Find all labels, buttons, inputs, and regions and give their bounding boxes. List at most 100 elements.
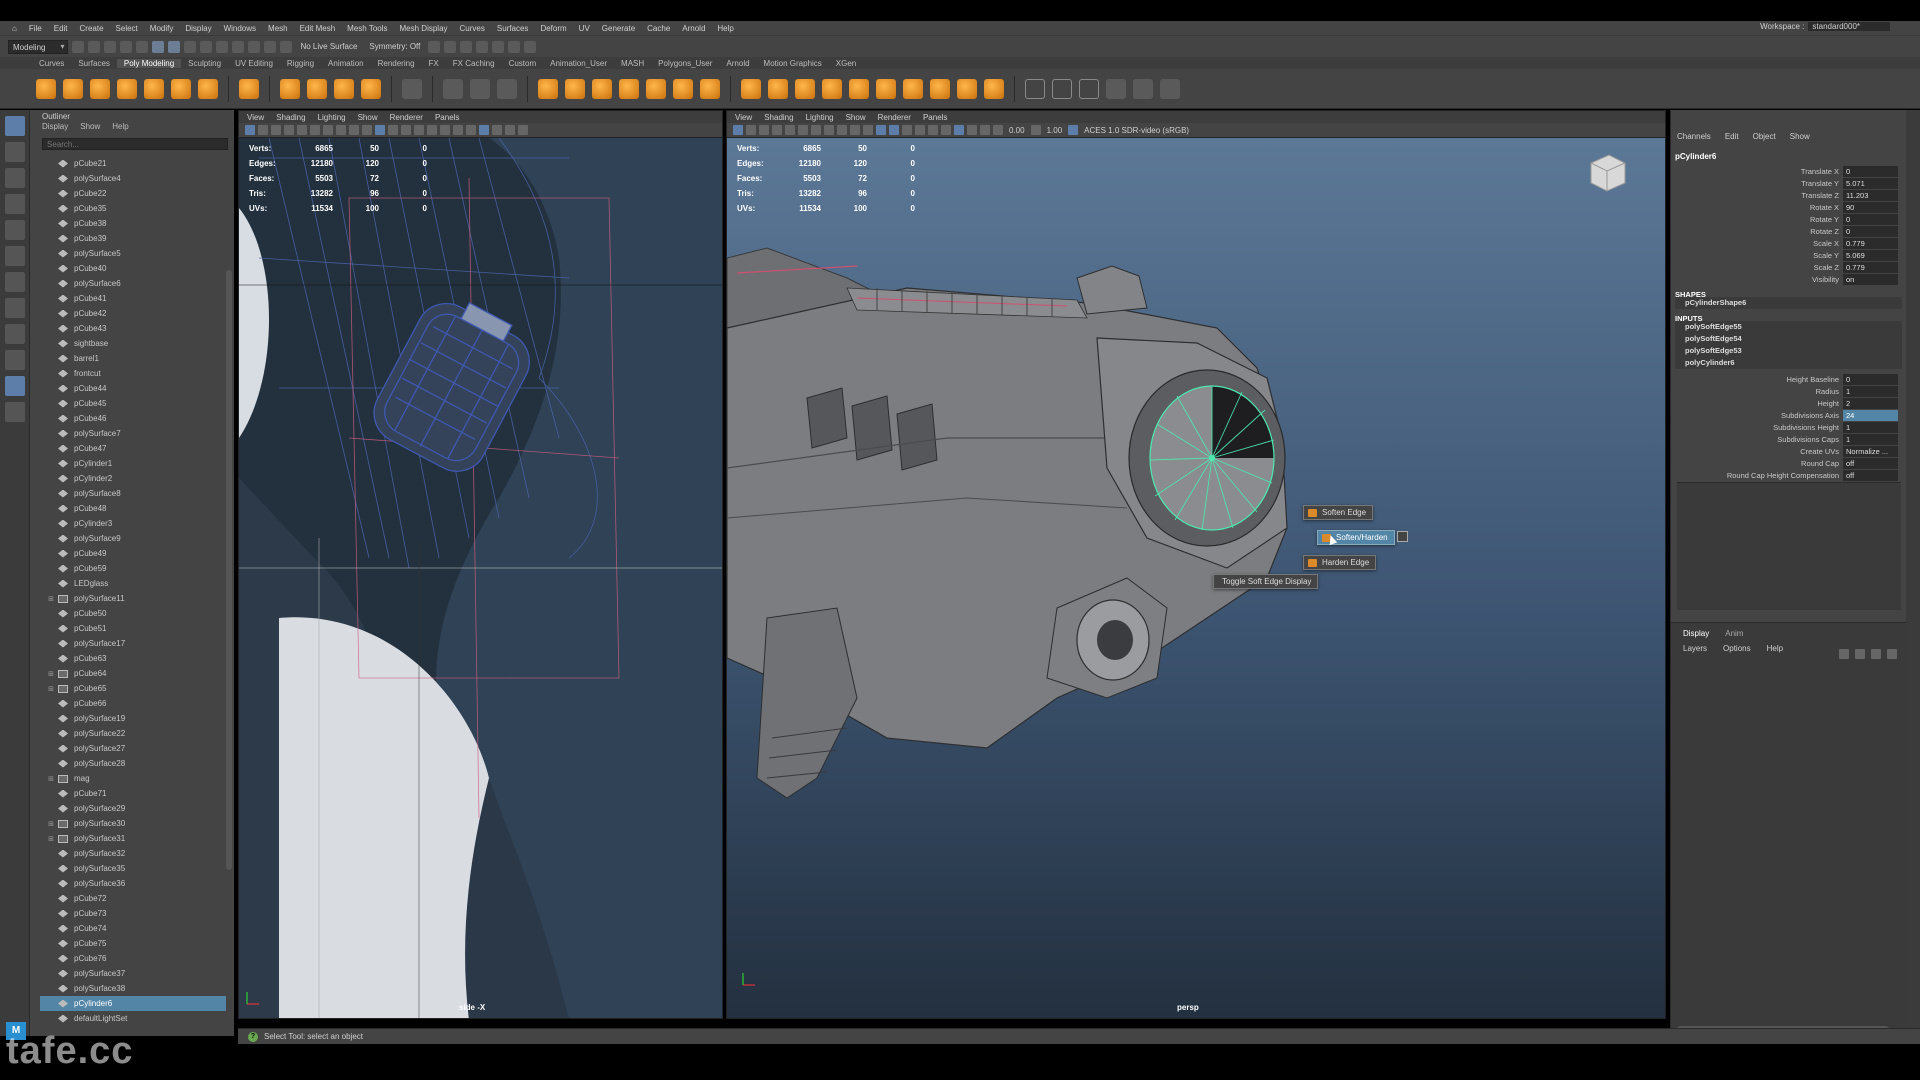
outliner-item[interactable]: polySurface22 bbox=[40, 726, 226, 741]
attribute-name[interactable]: Radius bbox=[1671, 387, 1843, 396]
outliner-item[interactable]: pCube73 bbox=[40, 906, 226, 921]
gate-mask-icon[interactable] bbox=[824, 125, 834, 135]
magnet-icon[interactable] bbox=[280, 40, 293, 53]
layer-tab-display[interactable]: Display bbox=[1683, 629, 1709, 638]
channel-box-menu-object[interactable]: Object bbox=[1753, 132, 1776, 146]
outliner-item[interactable]: pCube21 bbox=[40, 156, 226, 171]
fill-hole-icon[interactable] bbox=[673, 78, 693, 99]
outliner-item[interactable]: pCube51 bbox=[40, 621, 226, 636]
symmetry-dropdown[interactable]: Symmetry: Off bbox=[365, 42, 424, 51]
menu-file[interactable]: File bbox=[23, 24, 48, 33]
attribute-value-field[interactable]: 0 bbox=[1843, 225, 1898, 237]
outliner-item[interactable]: polySurface17 bbox=[40, 636, 226, 651]
shelf-tab-polygons-user[interactable]: Polygons_User bbox=[651, 59, 719, 68]
boolean-intersection-icon[interactable] bbox=[592, 78, 612, 99]
move-tool-icon[interactable] bbox=[4, 194, 25, 214]
viewport-menu-view[interactable]: View bbox=[735, 113, 752, 122]
outliner-item[interactable]: ⊞ polySurface30 bbox=[40, 816, 226, 831]
freeze-transform-icon[interactable] bbox=[1106, 78, 1126, 99]
safe-action-icon[interactable] bbox=[850, 125, 860, 135]
shelf-tab-uv-editing[interactable]: UV Editing bbox=[228, 59, 280, 68]
outliner-item[interactable]: ⊞ polySurface31 bbox=[40, 831, 226, 846]
outliner-item[interactable]: pCube74 bbox=[40, 921, 226, 936]
outliner-item[interactable]: LEDglass bbox=[40, 576, 226, 591]
shelf-tab-mash[interactable]: MASH bbox=[614, 59, 651, 68]
grid-icon[interactable] bbox=[785, 125, 795, 135]
move-layer-up-icon[interactable] bbox=[1839, 649, 1849, 659]
attribute-name[interactable]: Scale Y bbox=[1671, 251, 1843, 260]
toggle-soft-edge-display-menu-item[interactable]: Toggle Soft Edge Display bbox=[1213, 574, 1319, 589]
outliner-item[interactable]: polySurface35 bbox=[40, 861, 226, 876]
outliner-item[interactable]: pCube39 bbox=[40, 231, 226, 246]
outliner-item[interactable]: pCube22 bbox=[40, 186, 226, 201]
poly-disc-icon[interactable] bbox=[198, 78, 218, 99]
poly-cube-icon[interactable] bbox=[63, 78, 83, 99]
attribute-value-field[interactable]: 24 bbox=[1843, 409, 1898, 421]
menu-arnold[interactable]: Arnold bbox=[676, 24, 711, 33]
poly-cone-icon[interactable] bbox=[117, 78, 137, 99]
resolution-gate-icon[interactable] bbox=[811, 125, 821, 135]
outliner-item[interactable]: ⊞ mag bbox=[40, 771, 226, 786]
outliner-item[interactable]: pCube63 bbox=[40, 651, 226, 666]
attribute-value-field[interactable]: 90 bbox=[1843, 201, 1898, 213]
menu-curves[interactable]: Curves bbox=[454, 24, 491, 33]
outliner-item[interactable]: pCube43 bbox=[40, 321, 226, 336]
outliner-item[interactable]: pCylinder2 bbox=[40, 471, 226, 486]
viewport-menu-view[interactable]: View bbox=[247, 113, 264, 122]
shadows-icon[interactable] bbox=[440, 125, 450, 135]
attribute-value-field[interactable]: 0.779 bbox=[1843, 261, 1898, 273]
pause-icon[interactable] bbox=[524, 40, 537, 53]
gamma-value[interactable]: 1.00 bbox=[1044, 126, 1066, 135]
outliner-item[interactable]: pCube35 bbox=[40, 201, 226, 216]
render-frame-icon[interactable] bbox=[444, 40, 457, 53]
menu-help[interactable]: Help bbox=[711, 24, 739, 33]
menu-create[interactable]: Create bbox=[74, 24, 110, 33]
attribute-name[interactable]: Subdivisions Axis bbox=[1671, 411, 1843, 420]
resolution-gate-icon[interactable] bbox=[323, 125, 333, 135]
live-surface-label[interactable]: No Live Surface bbox=[296, 42, 361, 51]
lasso-tool-icon[interactable] bbox=[4, 142, 25, 162]
menu-display[interactable]: Display bbox=[179, 24, 217, 33]
shelf-tab-rigging[interactable]: Rigging bbox=[280, 59, 321, 68]
outliner-menu-help[interactable]: Help bbox=[112, 122, 128, 134]
select-by-hierarchy-icon[interactable] bbox=[152, 40, 165, 53]
expand-toggle-icon[interactable]: ⊞ bbox=[40, 820, 58, 828]
attribute-value-field[interactable]: on bbox=[1843, 273, 1898, 285]
snap-grid-icon[interactable] bbox=[200, 40, 213, 53]
ambient-occlusion-icon[interactable] bbox=[941, 125, 951, 135]
attribute-name[interactable]: Height Baseline bbox=[1671, 375, 1843, 384]
attribute-value-field[interactable]: 2 bbox=[1843, 397, 1898, 409]
select-camera-icon[interactable] bbox=[245, 125, 255, 135]
render-settings-icon[interactable] bbox=[476, 40, 489, 53]
four-view-layout-icon[interactable] bbox=[4, 324, 25, 344]
outliner-item[interactable]: ⊞ pCube65 bbox=[40, 681, 226, 696]
wedge-icon[interactable] bbox=[903, 78, 923, 99]
shelf-tab-fx[interactable]: FX bbox=[422, 59, 446, 68]
poly-cylinder-icon[interactable] bbox=[90, 78, 110, 99]
menu-surfaces[interactable]: Surfaces bbox=[491, 24, 535, 33]
workspace-selector[interactable]: Workspace : standard000* bbox=[1760, 22, 1890, 31]
boolean-union-icon[interactable] bbox=[538, 78, 558, 99]
outliner-item[interactable]: polySurface29 bbox=[40, 801, 226, 816]
layer-menu-options[interactable]: Options bbox=[1723, 644, 1751, 653]
motion-blur-icon[interactable] bbox=[466, 125, 476, 135]
shelf-tab-sculpting[interactable]: Sculpting bbox=[181, 59, 228, 68]
move-layer-down-icon[interactable] bbox=[1855, 649, 1865, 659]
attribute-value-field[interactable]: 1 bbox=[1843, 433, 1898, 445]
shelf-tab-xgen[interactable]: XGen bbox=[829, 59, 863, 68]
menu-edit[interactable]: Edit bbox=[48, 24, 74, 33]
extract-icon[interactable] bbox=[646, 78, 666, 99]
separate-icon[interactable] bbox=[443, 78, 463, 99]
last-tool-icon[interactable] bbox=[4, 272, 25, 292]
xray-joints-icon[interactable] bbox=[505, 125, 515, 135]
redo-icon[interactable] bbox=[136, 40, 149, 53]
attribute-name[interactable]: Visibility bbox=[1671, 275, 1843, 284]
mirror-icon[interactable] bbox=[619, 78, 639, 99]
shadows-icon[interactable] bbox=[928, 125, 938, 135]
expand-toggle-icon[interactable]: ⊞ bbox=[40, 670, 58, 678]
outliner-item[interactable]: defaultLightSet bbox=[40, 1011, 226, 1026]
outliner-item[interactable]: polySurface38 bbox=[40, 981, 226, 996]
attribute-value-field[interactable]: 1 bbox=[1843, 385, 1898, 397]
attribute-value-field[interactable]: 0.779 bbox=[1843, 237, 1898, 249]
attribute-name[interactable]: Create UVs bbox=[1671, 447, 1843, 456]
